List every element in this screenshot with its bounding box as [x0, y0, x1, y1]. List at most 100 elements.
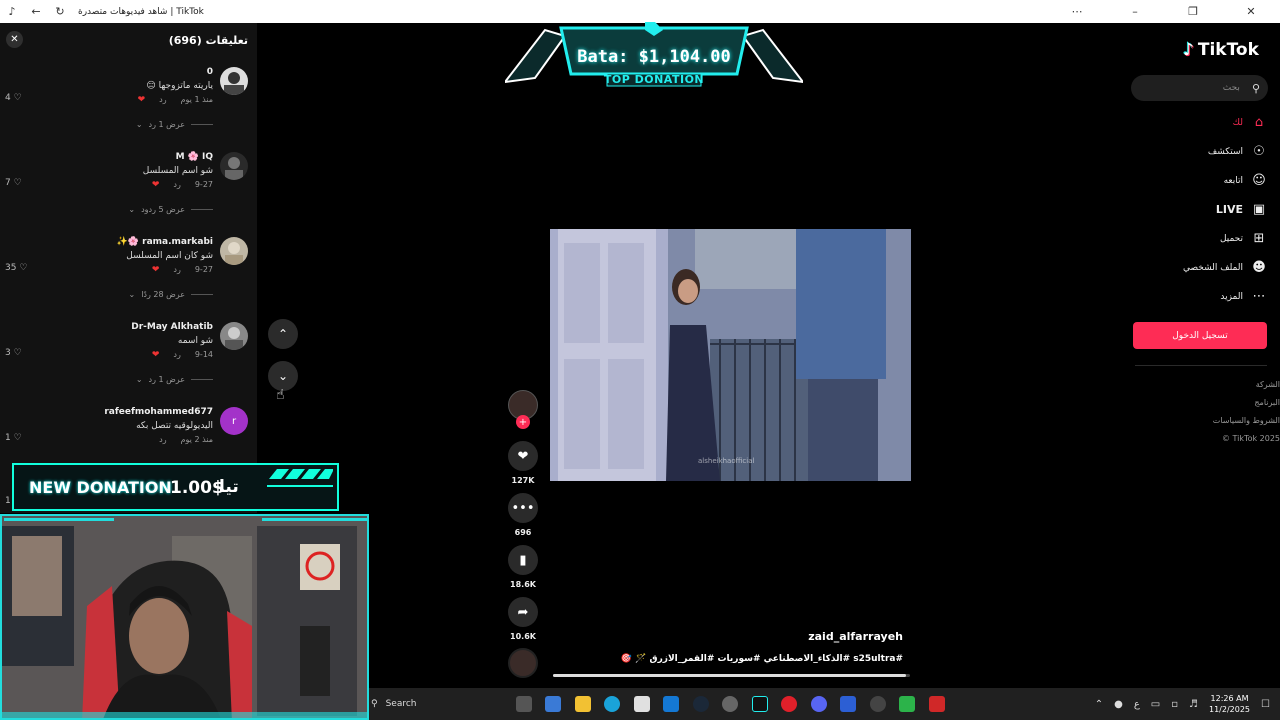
tiktok-app-icon[interactable] [745, 688, 775, 720]
video-caption[interactable]: #s25ultra #الذكاء_الاصطناعي #سوريات #الق… [560, 654, 903, 664]
red-app-icon[interactable] [922, 688, 952, 720]
tiktok-note-icon: ♪ [1183, 40, 1194, 60]
avatar[interactable] [220, 237, 248, 265]
comment-date: منذ 1 يوم [180, 95, 213, 104]
reply-button[interactable]: رد [159, 435, 166, 444]
microphone-icon[interactable]: ● [1114, 699, 1123, 710]
minimize-icon[interactable]: – [1106, 0, 1164, 23]
sidebar-item-live[interactable]: LIVE ▣ [1135, 195, 1267, 224]
tiktok-logo[interactable]: ♪ TikTok [1183, 40, 1259, 60]
follow-plus-icon[interactable]: + [516, 415, 530, 429]
video-progress-bar[interactable] [553, 674, 910, 677]
sidebar-item-label: لك [1232, 117, 1243, 128]
window-title: شاهد فيديوهات متصدرة | TikTok [78, 6, 204, 17]
monitor-icon[interactable]: ▭ [1151, 699, 1160, 710]
comment-like-button[interactable]: 35 ♡ [5, 263, 27, 273]
footer-link-program[interactable]: البرنامج [1135, 394, 1280, 412]
notification-icon[interactable]: ☐ [1261, 699, 1270, 710]
discord-icon[interactable] [804, 688, 834, 720]
like-count: 127K [511, 476, 535, 485]
comment-username[interactable]: 0 [23, 67, 213, 77]
green-app-icon[interactable] [893, 688, 923, 720]
footer-link-terms[interactable]: الشروط والسياسات [1135, 412, 1280, 430]
sidebar-item-for-you[interactable]: لك ⌂ [1135, 108, 1267, 137]
back-arrow-icon[interactable]: ← [24, 0, 48, 23]
comment-like-button[interactable]: 3 ♡ [5, 348, 22, 358]
comment-text: ياريته ماتزوجها 😑 [146, 81, 213, 91]
obs-icon[interactable] [863, 688, 893, 720]
bookmark-icon: ▮ [519, 552, 527, 568]
sidebar-item-explore[interactable]: استكشف ☉ [1135, 137, 1267, 166]
creator-like-icon: ❤ [137, 95, 146, 105]
view-replies-button[interactable]: عرض 28 ردًا ⌄ [128, 290, 213, 299]
login-button[interactable]: تسجيل الدخول [1133, 322, 1267, 349]
close-comments-button[interactable]: ✕ [6, 31, 23, 48]
search-placeholder: بحث [1222, 83, 1240, 93]
network-icon[interactable]: ▫ [1171, 699, 1178, 710]
media-player-icon[interactable] [716, 688, 746, 720]
input-language[interactable]: ع [1134, 699, 1140, 710]
file-explorer-icon[interactable] [568, 688, 598, 720]
view-replies-button[interactable]: عرض 1 رد ⌄ [136, 120, 213, 129]
comment-like-count: 1 [5, 433, 11, 443]
reply-button[interactable]: رد [173, 350, 180, 360]
previous-video-button[interactable]: ⌃ [268, 319, 298, 349]
volume-icon[interactable]: ♬ [1189, 699, 1198, 710]
opera-icon[interactable] [775, 688, 805, 720]
music-disc-icon[interactable] [508, 648, 538, 678]
comment-text: اليديولوقيه تتصل بكه [136, 421, 213, 431]
close-icon[interactable]: ✕ [1222, 0, 1280, 23]
sidebar-item-more[interactable]: المزيد ⋯ [1135, 282, 1267, 311]
creator-like-icon: ❤ [151, 180, 160, 190]
shield-icon[interactable] [834, 688, 864, 720]
sidebar-item-profile[interactable]: الملف الشخصي ☻ [1135, 253, 1267, 282]
comment-username[interactable]: rafeefmohammed677 [23, 407, 213, 417]
reply-button[interactable]: رد [173, 180, 180, 190]
sidebar-item-upload[interactable]: تحميل ⊞ [1135, 224, 1267, 253]
outlook-icon[interactable] [657, 688, 687, 720]
comment-username[interactable]: M 🌸 IQ [23, 152, 213, 162]
comment-date: 9-27 [194, 180, 213, 189]
footer-link-company[interactable]: الشركة [1135, 376, 1280, 394]
search-icon[interactable]: ⚲ [1252, 82, 1260, 95]
comment-button[interactable]: ••• 696 [508, 493, 538, 537]
comment-username[interactable]: Dr-May Alkhatib [23, 322, 213, 332]
share-button[interactable]: ➦ 10.6K [508, 597, 538, 641]
avatar[interactable] [220, 152, 248, 180]
comment-username[interactable]: rama.markabi 🌸✨ [23, 237, 213, 247]
view-replies-button[interactable]: عرض 5 ردود ⌄ [128, 205, 213, 214]
comment-like-button[interactable]: 7 ♡ [5, 178, 22, 188]
save-button[interactable]: ▮ 18.6K [508, 545, 538, 589]
view-replies-button[interactable]: عرض 1 رد ⌄ [136, 375, 213, 384]
reload-icon[interactable]: ↻ [48, 0, 72, 23]
comment-like-button[interactable]: 1 ♡ [5, 433, 22, 443]
task-view-icon[interactable] [509, 688, 539, 720]
widgets-icon[interactable] [539, 688, 569, 720]
chevron-up-icon[interactable]: ⌃ [1095, 699, 1103, 710]
reply-button[interactable]: رد [159, 95, 166, 105]
reply-button[interactable]: رد [173, 265, 180, 275]
comment-like-button[interactable]: 4 ♡ [5, 93, 22, 103]
search-input[interactable]: بحث ⚲ [1131, 75, 1268, 101]
edge-icon[interactable] [598, 688, 628, 720]
view-replies-label: عرض 28 ردًا [141, 290, 185, 299]
like-button[interactable]: ❤ 127K [508, 441, 538, 485]
sidebar-item-following[interactable]: اتابعه ☺ [1135, 166, 1267, 195]
chevron-down-icon: ⌄ [128, 290, 136, 299]
menu-dots-icon[interactable]: ⋯ [1048, 0, 1106, 23]
restore-icon[interactable]: ❐ [1164, 0, 1222, 23]
clock[interactable]: 12:26 AM 11/2/2025 [1209, 693, 1250, 715]
store-icon[interactable] [627, 688, 657, 720]
avatar[interactable]: r [220, 407, 248, 435]
video-player[interactable]: alsheikhaofficial [550, 229, 911, 481]
footer-copyright: © TikTok 2025 [1222, 434, 1280, 443]
video-author[interactable]: zaid_alfarrayeh [720, 630, 903, 643]
taskbar-search[interactable]: ⚲ Search [369, 688, 509, 720]
search-icon: ⚲ [371, 699, 378, 709]
avatar[interactable] [220, 67, 248, 95]
chevron-down-icon: ⌄ [128, 205, 136, 214]
avatar[interactable] [220, 322, 248, 350]
steam-icon[interactable] [686, 688, 716, 720]
comments-header: تعليقات (696) [168, 33, 248, 47]
live-icon: ▣ [1252, 202, 1266, 217]
